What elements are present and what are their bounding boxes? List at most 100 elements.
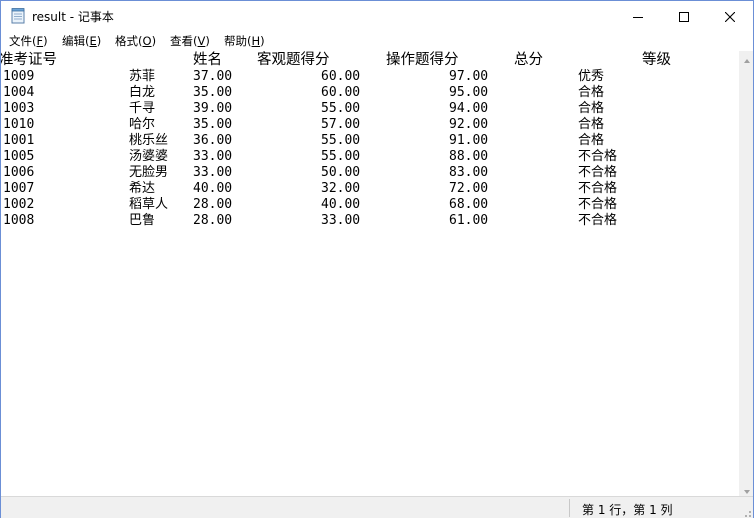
table-row: 1002 稻草人 28.00 40.00 68.00 不合格 [1,197,739,213]
cell-id: 1005 [3,149,35,164]
header-total: 总分 [514,52,543,68]
cell-operation: 57.00 [321,117,361,132]
cell-operation: 60.00 [321,69,361,84]
cell-id: 1010 [3,117,35,132]
menu-help[interactable]: 帮助(H) [222,33,267,50]
cell-name: 千寻 [129,101,156,116]
header-objective: 客观题得分 [257,52,330,68]
cell-id: 1007 [3,181,35,196]
table-row: 1005 汤婆婆 33.00 55.00 88.00 不合格 [1,149,739,165]
cell-id: 1001 [3,133,35,148]
cell-grade: 合格 [578,85,605,100]
notepad-window: result - 记事本 文件(F) 编辑(E) 格式(O) 查看(V) 帮助(… [0,0,754,518]
notepad-icon[interactable] [11,8,25,24]
cell-objective: 37.00 [193,69,233,84]
resize-grip-icon[interactable] [741,506,751,517]
menu-format-label: 格式( [115,34,143,48]
cell-id: 1006 [3,165,35,180]
cell-objective: 35.00 [193,117,233,132]
close-button[interactable] [707,1,753,31]
cell-total: 72.00 [449,181,489,196]
cell-name: 无脸男 [129,165,169,180]
menu-bar: 文件(F) 编辑(E) 格式(O) 查看(V) 帮助(H) [1,32,753,51]
menu-view-end: ) [205,34,210,48]
header-name: 姓名 [193,52,222,68]
menu-help-end: ) [260,34,265,48]
cell-operation: 55.00 [321,133,361,148]
cursor-position: 第 1 行，第 1 列 [582,503,673,517]
cell-name: 汤婆婆 [129,149,169,164]
cell-objective: 33.00 [193,149,233,164]
minimize-button[interactable] [615,1,661,31]
menu-file-end: ) [43,34,48,48]
menu-edit-label: 编辑( [62,34,90,48]
cell-total: 92.00 [449,117,489,132]
cell-name: 桃乐丝 [129,133,169,148]
close-icon [724,7,736,26]
cell-grade: 合格 [578,101,605,116]
cell-id: 1008 [3,213,35,228]
cell-id: 1003 [3,101,35,116]
cell-total: 83.00 [449,165,489,180]
table-row: 1004 白龙 35.00 60.00 95.00 合格 [1,85,739,101]
menu-help-accesskey: H [251,34,261,48]
minimize-icon [633,7,643,26]
header-line: 准考证号 姓名 客观题得分 操作题得分 总分 等级 [1,52,739,69]
table-row: 1001 桃乐丝 36.00 55.00 91.00 合格 [1,133,739,149]
cell-operation: 32.00 [321,181,361,196]
cell-grade: 优秀 [578,69,605,84]
menu-file-label: 文件( [9,34,37,48]
cell-objective: 35.00 [193,85,233,100]
maximize-icon [679,7,689,26]
cell-id: 1002 [3,197,35,212]
scroll-up-icon [743,49,751,68]
cell-objective: 39.00 [193,101,233,116]
vertical-scrollbar[interactable] [739,51,753,496]
menu-edit-accesskey: E [89,34,97,48]
table-row: 1007 希达 40.00 32.00 72.00 不合格 [1,181,739,197]
cell-name: 哈尔 [129,117,156,132]
header-id: 准考证号 [1,52,57,68]
menu-format-accesskey: O [142,34,152,48]
menu-edit[interactable]: 编辑(E) [60,33,103,50]
cell-operation: 50.00 [321,165,361,180]
table-row: 1009 苏菲 37.00 60.00 97.00 优秀 [1,69,739,85]
cell-grade: 不合格 [578,165,618,180]
cell-objective: 33.00 [193,165,233,180]
status-bar: 第 1 行，第 1 列 [1,496,753,518]
cell-objective: 40.00 [193,181,233,196]
cell-grade: 不合格 [578,197,618,212]
cell-total: 88.00 [449,149,489,164]
header-operation: 操作题得分 [386,52,459,68]
cell-id: 1009 [3,69,35,84]
menu-format[interactable]: 格式(O) [113,33,158,50]
cell-grade: 合格 [578,117,605,132]
menu-view[interactable]: 查看(V) [168,33,212,50]
cell-operation: 55.00 [321,101,361,116]
cell-total: 94.00 [449,101,489,116]
cell-name: 白龙 [129,85,156,100]
cell-operation: 55.00 [321,149,361,164]
maximize-button[interactable] [661,1,707,31]
cell-id: 1004 [3,85,35,100]
cell-grade: 不合格 [578,149,618,164]
cell-grade: 合格 [578,133,605,148]
title-bar[interactable]: result - 记事本 [1,1,753,31]
cell-total: 91.00 [449,133,489,148]
cell-grade: 不合格 [578,181,618,196]
status-separator [569,499,570,517]
menu-view-label: 查看( [170,34,198,48]
table-row: 1008 巴鲁 28.00 33.00 61.00 不合格 [1,213,739,229]
cell-grade: 不合格 [578,213,618,228]
text-editor[interactable]: 准考证号 姓名 客观题得分 操作题得分 总分 等级 1009 苏菲 37.00 60.… [1,51,739,496]
cell-total: 68.00 [449,197,489,212]
menu-format-end: ) [151,34,157,48]
scroll-down-button[interactable] [740,482,754,496]
cell-total: 95.00 [449,85,489,100]
cell-objective: 28.00 [193,197,233,212]
menu-file[interactable]: 文件(F) [7,33,50,50]
cell-total: 97.00 [449,69,489,84]
cell-name: 稻草人 [129,197,169,212]
menu-edit-end: ) [96,34,102,48]
scroll-up-button[interactable] [740,51,754,65]
